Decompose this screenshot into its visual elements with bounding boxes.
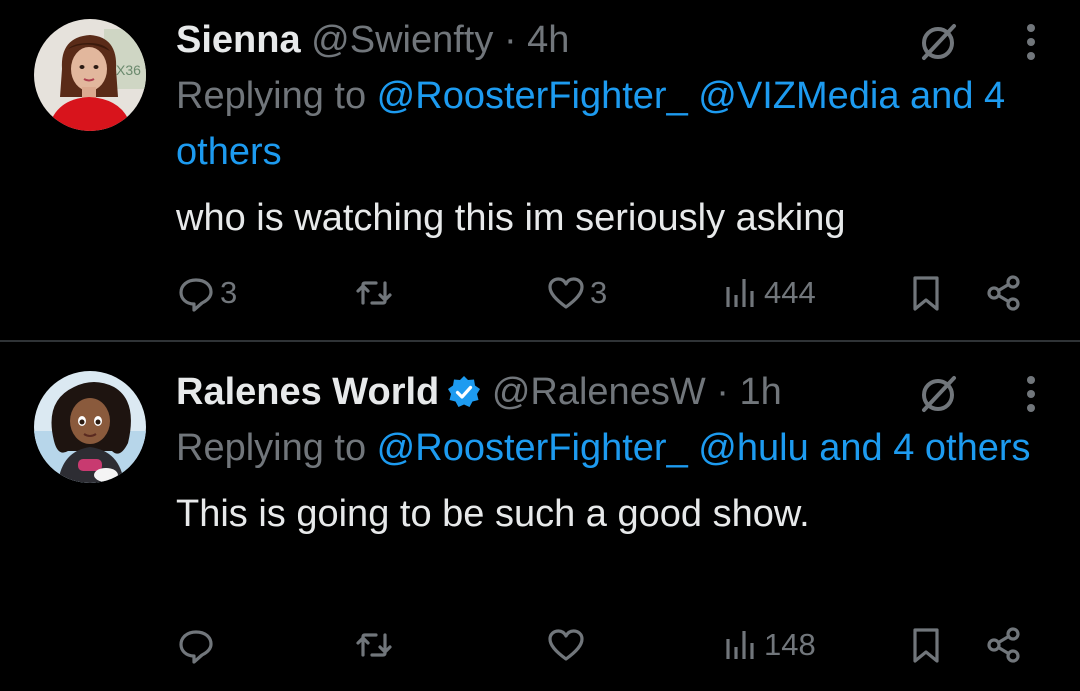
display-name[interactable]: Sienna [176,19,301,61]
more-icon[interactable] [1024,374,1038,414]
reply-button[interactable] [176,620,220,670]
like-icon [548,277,584,309]
mention-link[interactable]: @hulu [698,427,808,469]
separator-dot: · [503,19,517,61]
action-bar: 148 [176,620,1036,670]
others-link[interactable]: and 4 others [819,427,1030,469]
timestamp[interactable]: 4h [527,19,569,61]
like-button[interactable] [546,620,590,670]
action-bar: 3 3 444 [176,268,1036,318]
like-button[interactable]: 3 [546,268,607,318]
replying-to: Replying to @RoosterFighter_ @hulu and 4… [176,420,1056,476]
tweet-header: Ralenes World @RalenesW · 1h [176,364,1050,420]
retweet-icon [356,633,392,657]
tweet-text: who is watching this im seriously asking [176,197,846,239]
like-count: 3 [590,275,608,310]
grok-icon[interactable] [916,372,960,416]
tweet[interactable]: X36 Sienna @Swienfty · 4h Replying to @R… [0,0,1080,340]
grok-icon[interactable] [916,20,960,64]
retweet-button[interactable] [354,620,398,670]
tweet[interactable]: Ralenes World @RalenesW · 1h Replying to… [0,342,1080,691]
share-button[interactable] [984,620,1024,670]
replying-prefix: Replying to [176,427,377,469]
tweet-header: Sienna @Swienfty · 4h [176,12,1050,68]
more-icon[interactable] [1024,22,1038,62]
view-count: 444 [764,275,816,310]
share-icon [987,275,1020,311]
like-icon [548,629,584,661]
views-icon [726,279,754,307]
share-icon [987,627,1020,663]
reply-button[interactable]: 3 [176,268,237,318]
replying-to: Replying to @RoosterFighter_ @VIZMedia a… [176,68,1056,180]
views-icon [726,631,754,659]
avatar-image: X36 [34,19,146,131]
reply-icon [179,278,213,312]
view-count: 148 [764,627,816,662]
reply-icon [179,630,213,664]
user-handle[interactable]: @RalenesW [492,371,706,413]
mention-link[interactable]: @RoosterFighter_ [377,75,688,117]
views-button[interactable]: 444 [720,268,816,318]
retweet-button[interactable] [354,268,398,318]
avatar-image [34,371,146,483]
display-name[interactable]: Ralenes World [176,371,439,413]
replying-prefix: Replying to [176,75,377,117]
user-handle[interactable]: @Swienfty [311,19,493,61]
avatar[interactable]: X36 [34,19,146,131]
mention-link[interactable]: @RoosterFighter_ [377,427,688,469]
tweet-text: This is going to be such a good show. [176,493,810,535]
share-button[interactable] [984,268,1024,318]
verified-badge-icon[interactable] [447,375,481,409]
bookmark-button[interactable] [906,268,946,318]
retweet-icon [356,281,392,305]
separator-dot: · [716,371,729,413]
bookmark-icon [913,628,939,663]
avatar-badge-text: X36 [116,62,141,78]
bookmark-button[interactable] [906,620,946,670]
reply-count: 3 [220,275,238,310]
mention-link[interactable]: @VIZMedia [698,75,899,117]
bookmark-icon [913,276,939,311]
avatar[interactable] [34,371,146,483]
timestamp[interactable]: 1h [739,371,781,413]
views-button[interactable]: 148 [720,620,816,670]
